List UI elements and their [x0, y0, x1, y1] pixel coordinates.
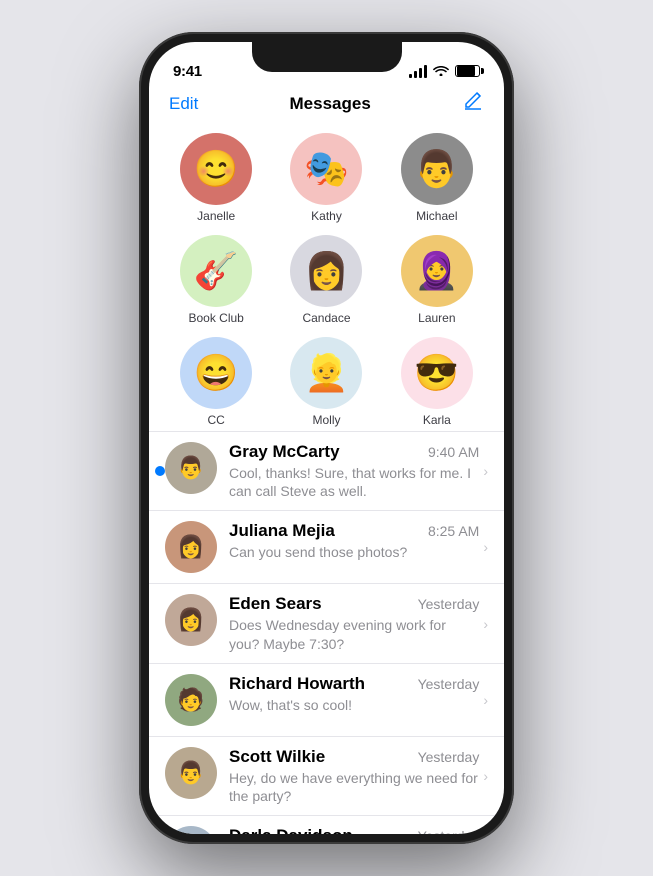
- contact-avatar-kathy: 🎭: [290, 133, 362, 205]
- signal-bars-icon: [409, 65, 427, 78]
- msg-content-darla: Darla Davidson Yesterday: [229, 826, 479, 834]
- msg-time-darla: Yesterday: [418, 828, 480, 834]
- message-row-richard[interactable]: 🧑 Richard Howarth Yesterday Wow, that's so …: [149, 664, 504, 737]
- status-time: 9:41: [173, 63, 202, 80]
- contact-item-janelle[interactable]: 😊 Janelle: [161, 133, 271, 223]
- msg-preview-juliana: Can you send those photos?: [229, 543, 479, 561]
- msg-name-scott: Scott Wilkie: [229, 747, 325, 767]
- battery-icon: [455, 65, 480, 77]
- msg-time-richard: Yesterday: [418, 676, 480, 692]
- contact-avatar-molly: 👱: [290, 337, 362, 409]
- msg-content-richard: Richard Howarth Yesterday Wow, that's so c…: [229, 674, 479, 714]
- message-row-eden[interactable]: 👩 Eden Sears Yesterday Does Wednesday eveni…: [149, 584, 504, 663]
- message-row-gray[interactable]: 👨 Gray McCarty 9:40 AM Cool, thanks! Sure, …: [149, 432, 504, 511]
- msg-preview-eden: Does Wednesday evening work for you? May…: [229, 616, 479, 652]
- msg-header-scott: Scott Wilkie Yesterday: [229, 747, 479, 767]
- contact-item-kathy[interactable]: 🎭 Kathy: [271, 133, 381, 223]
- contacts-grid: 😊 Janelle 🎭 Kathy 👨 Michael 🎸 Book Club 👩 Candace…: [149, 133, 504, 427]
- contact-name-molly: Molly: [312, 413, 340, 427]
- contact-avatar-bookclub: 🎸: [180, 235, 252, 307]
- contact-name-karla: Karla: [423, 413, 451, 427]
- edit-button[interactable]: Edit: [169, 94, 198, 114]
- chevron-icon: ›: [483, 616, 488, 632]
- msg-content-gray: Gray McCarty 9:40 AM Cool, thanks! Sure, t…: [229, 442, 479, 500]
- msg-avatar-scott: 👨: [165, 747, 217, 799]
- message-row-darla[interactable]: 👩Darla DavidsonYesterday›: [149, 816, 504, 834]
- contact-name-janelle: Janelle: [197, 209, 235, 223]
- message-row-juliana[interactable]: 👩 Juliana Mejia 8:25 AM Can you send those …: [149, 511, 504, 584]
- msg-avatar-eden: 👩: [165, 594, 217, 646]
- contact-item-cc[interactable]: 😄 CC: [161, 337, 271, 427]
- msg-header-eden: Eden Sears Yesterday: [229, 594, 479, 614]
- unread-dot: [155, 466, 165, 476]
- chevron-icon: ›: [483, 463, 488, 479]
- contact-name-michael: Michael: [416, 209, 457, 223]
- wifi-icon: [433, 64, 449, 79]
- msg-avatar-gray: 👨: [165, 442, 217, 494]
- contact-avatar-karla: 😎: [401, 337, 473, 409]
- status-icons: [409, 64, 480, 79]
- msg-time-juliana: 8:25 AM: [428, 523, 479, 539]
- msg-header-richard: Richard Howarth Yesterday: [229, 674, 479, 694]
- msg-content-juliana: Juliana Mejia 8:25 AM Can you send those p…: [229, 521, 479, 561]
- compose-icon: [462, 90, 484, 112]
- msg-name-richard: Richard Howarth: [229, 674, 365, 694]
- msg-name-eden: Eden Sears: [229, 594, 322, 614]
- msg-avatar-darla: 👩: [165, 826, 217, 834]
- contact-avatar-lauren: 🧕: [401, 235, 473, 307]
- msg-avatar-richard: 🧑: [165, 674, 217, 726]
- msg-name-juliana: Juliana Mejia: [229, 521, 335, 541]
- chevron-icon: ›: [483, 768, 488, 784]
- contact-item-bookclub[interactable]: 🎸 Book Club: [161, 235, 271, 325]
- contact-item-lauren[interactable]: 🧕 Lauren: [382, 235, 492, 325]
- msg-time-eden: Yesterday: [418, 596, 480, 612]
- battery-fill: [457, 66, 475, 76]
- message-row-scott[interactable]: 👨 Scott Wilkie Yesterday Hey, do we have ev…: [149, 737, 504, 816]
- msg-header-juliana: Juliana Mejia 8:25 AM: [229, 521, 479, 541]
- contact-name-kathy: Kathy: [311, 209, 342, 223]
- msg-time-scott: Yesterday: [418, 749, 480, 765]
- chevron-icon: ›: [483, 692, 488, 708]
- contact-name-lauren: Lauren: [418, 311, 455, 325]
- compose-button[interactable]: [462, 90, 484, 117]
- msg-header-darla: Darla Davidson Yesterday: [229, 826, 479, 834]
- contact-item-michael[interactable]: 👨 Michael: [382, 133, 492, 223]
- phone-frame: 9:41: [139, 32, 514, 844]
- contact-avatar-janelle: 😊: [180, 133, 252, 205]
- msg-preview-richard: Wow, that's so cool!: [229, 696, 479, 714]
- msg-content-scott: Scott Wilkie Yesterday Hey, do we have eve…: [229, 747, 479, 805]
- contact-name-cc: CC: [207, 413, 224, 427]
- contact-name-candace: Candace: [302, 311, 350, 325]
- msg-content-eden: Eden Sears Yesterday Does Wednesday evenin…: [229, 594, 479, 652]
- message-list: 👨 Gray McCarty 9:40 AM Cool, thanks! Sure, …: [149, 432, 504, 834]
- contact-item-candace[interactable]: 👩 Candace: [271, 235, 381, 325]
- msg-header-gray: Gray McCarty 9:40 AM: [229, 442, 479, 462]
- contact-avatar-michael: 👨: [401, 133, 473, 205]
- phone-screen: 9:41: [149, 42, 504, 834]
- msg-name-gray: Gray McCarty: [229, 442, 340, 462]
- msg-preview-scott: Hey, do we have everything we need for t…: [229, 769, 479, 805]
- msg-avatar-juliana: 👩: [165, 521, 217, 573]
- msg-time-gray: 9:40 AM: [428, 444, 479, 460]
- msg-name-darla: Darla Davidson: [229, 826, 353, 834]
- contact-avatar-cc: 😄: [180, 337, 252, 409]
- nav-bar: Edit Messages: [149, 86, 504, 125]
- contact-item-karla[interactable]: 😎 Karla: [382, 337, 492, 427]
- chevron-icon: ›: [483, 539, 488, 555]
- contact-avatar-candace: 👩: [290, 235, 362, 307]
- screen-content: 9:41: [149, 42, 504, 834]
- pinned-contacts: 😊 Janelle 🎭 Kathy 👨 Michael 🎸 Book Club 👩 Candace…: [149, 125, 504, 432]
- contact-name-bookclub: Book Club: [188, 311, 243, 325]
- contact-item-molly[interactable]: 👱 Molly: [271, 337, 381, 427]
- notch: [252, 42, 402, 72]
- msg-preview-gray: Cool, thanks! Sure, that works for me. I…: [229, 464, 479, 500]
- page-title: Messages: [290, 94, 371, 114]
